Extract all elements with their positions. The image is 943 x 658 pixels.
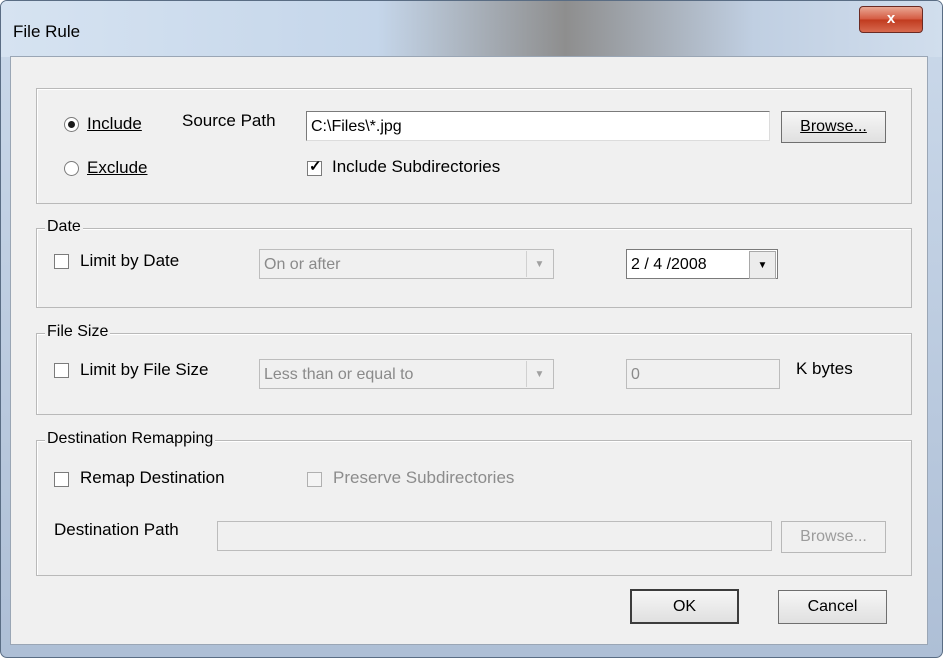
destination-browse-button: Browse... (781, 521, 886, 553)
exclude-label[interactable]: Exclude (87, 158, 147, 178)
size-condition-value: Less than or equal to (264, 366, 414, 383)
source-group: Include Exclude Source Path C:\Files\*.j… (36, 88, 912, 204)
remap-destination-checkbox[interactable] (54, 472, 69, 487)
dialog-body: Include Exclude Source Path C:\Files\*.j… (10, 56, 928, 645)
source-browse-button[interactable]: Browse... (781, 111, 886, 143)
checkmark-icon: ✓ (309, 158, 322, 175)
limit-by-file-size-label[interactable]: Limit by File Size (80, 360, 208, 380)
date-legend: Date (45, 218, 83, 236)
close-icon: x (886, 10, 896, 27)
size-condition-select: Less than or equal to ▼ (259, 359, 554, 389)
dialog-window: File Rule x Include Exclude Source Path … (0, 0, 943, 658)
date-value: 2 / 4 /2008 (631, 256, 707, 273)
source-path-input[interactable]: C:\Files\*.jpg (306, 111, 770, 141)
exclude-radio[interactable] (64, 161, 79, 176)
window-title: File Rule (13, 22, 81, 41)
limit-by-date-label[interactable]: Limit by Date (80, 251, 179, 271)
cancel-button[interactable]: Cancel (778, 590, 887, 624)
remap-destination-label[interactable]: Remap Destination (80, 468, 225, 488)
limit-by-date-checkbox[interactable] (54, 254, 69, 269)
chevron-down-icon: ▼ (526, 251, 552, 277)
file-size-group: File Size Limit by File Size Less than o… (36, 323, 912, 415)
close-button[interactable]: x (859, 6, 923, 33)
include-radio[interactable] (64, 117, 79, 132)
include-subdirectories-label[interactable]: Include Subdirectories (332, 157, 500, 177)
chevron-down-icon: ▼ (526, 361, 552, 387)
preserve-subdirectories-checkbox (307, 472, 322, 487)
date-condition-value: On or after (264, 256, 341, 273)
date-picker[interactable]: 2 / 4 /2008 ▼ (626, 249, 778, 279)
destination-remapping-legend: Destination Remapping (45, 430, 216, 448)
date-group: Date Limit by Date On or after ▼ 2 / 4 /… (36, 218, 912, 308)
chevron-down-icon[interactable]: ▼ (749, 251, 776, 279)
source-path-label: Source Path (182, 111, 276, 130)
include-label[interactable]: Include (87, 114, 142, 134)
file-size-legend: File Size (45, 323, 111, 341)
destination-path-label: Destination Path (54, 520, 179, 539)
preserve-subdirectories-label: Preserve Subdirectories (333, 468, 515, 487)
date-condition-select: On or after ▼ (259, 249, 554, 279)
ok-button[interactable]: OK (630, 589, 739, 624)
destination-path-input (217, 521, 772, 551)
destination-remapping-group: Destination Remapping Remap Destination … (36, 430, 912, 576)
k-bytes-label: K bytes (796, 359, 853, 378)
file-size-input: 0 (626, 359, 780, 389)
limit-by-file-size-checkbox[interactable] (54, 363, 69, 378)
radio-selected-dot (68, 121, 75, 128)
title-bar[interactable]: File Rule x (1, 1, 942, 57)
include-subdirectories-checkbox[interactable]: ✓ (307, 158, 322, 176)
